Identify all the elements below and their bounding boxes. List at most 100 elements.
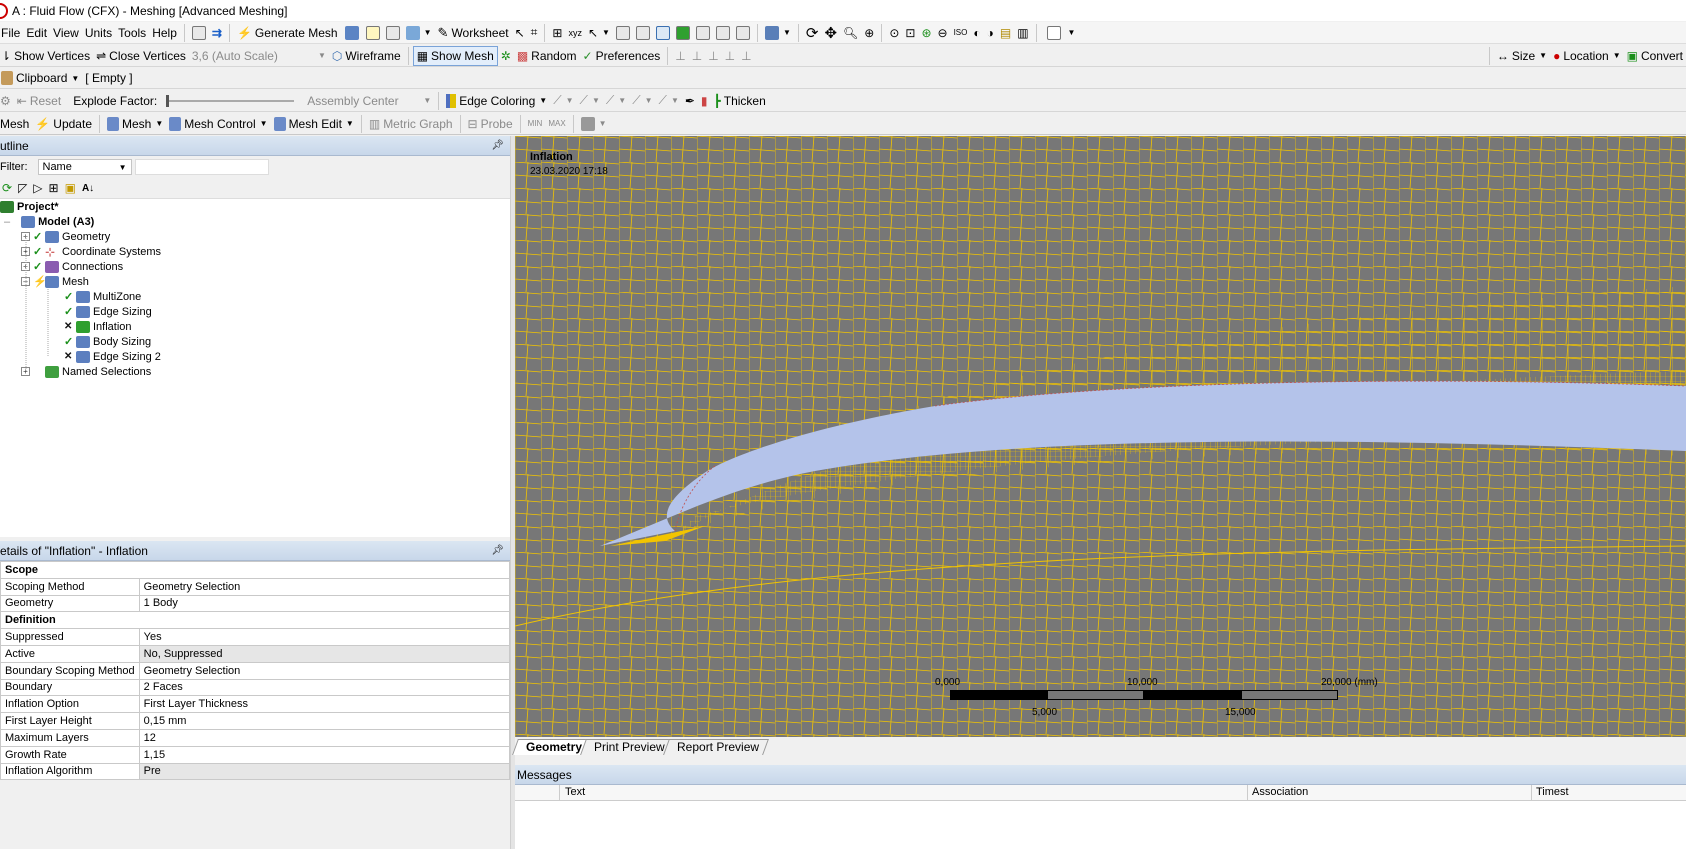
vertex-tool-3-icon[interactable]: ⊥ bbox=[705, 46, 721, 66]
folder-icon[interactable]: ▣ bbox=[65, 181, 76, 195]
details-row[interactable]: Geometry 1 Body bbox=[0, 594, 511, 613]
location-dropdown[interactable]: ● Location ▼ bbox=[1550, 46, 1624, 66]
worksheet-button[interactable]: ✎ Worksheet bbox=[435, 23, 512, 43]
tree-filter-icon[interactable]: ▷ bbox=[33, 181, 42, 195]
image-dropdown[interactable]: ▼ bbox=[403, 23, 435, 43]
expand-all-icon[interactable]: ⊞ bbox=[49, 181, 59, 195]
update-button[interactable]: ⚡ Update bbox=[32, 114, 95, 134]
preferences-button[interactable]: ✓ Preferences bbox=[580, 46, 664, 66]
select-mode-icon[interactable]: ⊞ bbox=[549, 23, 565, 43]
edge-display-2-icon[interactable]: ⟋ ▼ bbox=[577, 91, 603, 111]
scale-select[interactable]: 3,6 (Auto Scale) ▼ bbox=[189, 46, 329, 66]
previous-view-icon[interactable]: ◐ bbox=[970, 23, 983, 43]
pan-icon[interactable]: ✥ bbox=[821, 23, 840, 43]
mesh-canvas[interactable] bbox=[515, 136, 1686, 737]
cube-dropdown[interactable]: ▼ bbox=[762, 23, 794, 43]
max-icon[interactable]: MAX bbox=[545, 114, 568, 134]
explode-factor-slider[interactable] bbox=[166, 94, 295, 108]
extend-select3-icon[interactable] bbox=[735, 25, 750, 40]
property-value[interactable]: 0,15 mm bbox=[138, 712, 511, 730]
edge-thickness-icon[interactable]: ▮ bbox=[698, 91, 711, 111]
vertex-tool-2-icon[interactable]: ⊥ bbox=[689, 46, 705, 66]
convert-button[interactable]: ▣ Convert bbox=[1624, 46, 1686, 66]
graphics-viewport[interactable]: Inflation 23.03.2020 17:18 0,000 10,000 … bbox=[515, 136, 1686, 737]
command-prompt-icon[interactable] bbox=[191, 25, 206, 40]
gear-icon[interactable]: ⚙ bbox=[0, 91, 14, 111]
property-value[interactable]: Geometry Selection bbox=[138, 577, 511, 596]
column-type[interactable] bbox=[515, 785, 560, 801]
property-value[interactable]: 2 Faces bbox=[138, 678, 511, 697]
property-value[interactable]: 1 Body bbox=[138, 594, 511, 613]
extend-select-icon[interactable] bbox=[695, 25, 710, 40]
text-icon[interactable] bbox=[385, 25, 400, 40]
menu-view[interactable]: View bbox=[50, 23, 82, 43]
coordinate-icon[interactable]: xyz bbox=[565, 23, 585, 43]
select-icon[interactable]: ↖ bbox=[512, 23, 528, 43]
cursor-dropdown[interactable]: ↖ ▼ bbox=[585, 23, 613, 43]
mesh-edit-dropdown[interactable]: Mesh Edit ▼ bbox=[271, 114, 357, 134]
property-value[interactable]: 1,15 bbox=[138, 745, 511, 764]
column-text[interactable]: Text bbox=[565, 786, 585, 798]
zoom-out-icon[interactable]: ⊖ bbox=[935, 23, 951, 43]
menu-file[interactable]: File bbox=[0, 23, 23, 43]
property-value[interactable]: 12 bbox=[138, 728, 511, 747]
explode-icon[interactable]: ✲ bbox=[498, 46, 514, 66]
ruler-icon[interactable]: ▤ bbox=[997, 23, 1014, 43]
viewport-layout-dropdown[interactable]: ▼ bbox=[1041, 23, 1079, 43]
details-row[interactable]: First Layer Height 0,15 mm bbox=[0, 712, 511, 730]
thicken-button[interactable]: ┣ Thicken bbox=[711, 91, 769, 111]
menu-tools[interactable]: Tools bbox=[115, 23, 149, 43]
details-row[interactable]: Inflation Option First Layer Thickness bbox=[0, 695, 511, 714]
details-group-scope[interactable]: Scope bbox=[0, 561, 510, 579]
face-select-icon[interactable] bbox=[655, 25, 670, 40]
rotate-icon[interactable]: ⟳ bbox=[803, 23, 822, 43]
vertex-tool-4-icon[interactable]: ⊥ bbox=[722, 46, 738, 66]
tab-report-preview[interactable]: Report Preview bbox=[662, 739, 769, 755]
mesh-dropdown[interactable]: Mesh ▼ bbox=[104, 114, 166, 134]
edge-coloring-dropdown[interactable]: Edge Coloring ▼ bbox=[443, 91, 550, 111]
generate-mesh-button[interactable]: ⚡ Generate Mesh bbox=[234, 23, 341, 43]
tag-icon[interactable]: ⌗ bbox=[528, 23, 541, 43]
edge-display-1-icon[interactable]: ⟋ ▼ bbox=[550, 91, 576, 111]
filter-select[interactable]: Name ▼ bbox=[37, 159, 132, 175]
vertex-tool-5-icon[interactable]: ⊥ bbox=[738, 46, 754, 66]
filter-tree-icon[interactable]: ◸ bbox=[18, 181, 27, 195]
menu-units[interactable]: Units bbox=[82, 23, 115, 43]
edge-select-icon[interactable] bbox=[635, 25, 650, 40]
probe-button[interactable]: ⊟ Probe bbox=[465, 114, 516, 134]
next-view-icon[interactable]: ◑ bbox=[984, 23, 997, 43]
vertex-select-icon[interactable] bbox=[615, 25, 630, 40]
property-value[interactable]: Geometry Selection bbox=[138, 661, 511, 680]
details-row[interactable]: Active No, Suppressed bbox=[0, 644, 511, 663]
pin-icon[interactable]: 📌︎ bbox=[491, 545, 504, 556]
property-value[interactable]: First Layer Thickness bbox=[138, 695, 511, 714]
body-select-icon[interactable] bbox=[675, 25, 690, 40]
iso-icon[interactable]: ISO bbox=[951, 23, 971, 43]
zoom-fit-icon[interactable]: ⊙ bbox=[886, 23, 902, 43]
size-dropdown[interactable]: ↔ Size ▼ bbox=[1494, 46, 1550, 66]
details-row[interactable]: Inflation Algorithm Pre bbox=[0, 762, 511, 781]
pin-icon[interactable]: 📌︎ bbox=[491, 140, 504, 151]
edge-display-5-icon[interactable]: ⟋ ▼ bbox=[656, 91, 682, 111]
edge-display-4-icon[interactable]: ⟋ ▼ bbox=[629, 91, 655, 111]
show-vertices-button[interactable]: ⇂ Show Vertices bbox=[0, 46, 93, 66]
mesh-control-dropdown[interactable]: Mesh Control ▼ bbox=[166, 114, 270, 134]
details-row[interactable]: Boundary 2 Faces bbox=[0, 678, 511, 697]
filter-search-input[interactable] bbox=[134, 159, 269, 175]
metric-graph-button[interactable]: ▥ Metric Graph bbox=[366, 114, 456, 134]
zoom-icon[interactable]: 🔍︎ bbox=[840, 23, 861, 43]
close-vertices-button[interactable]: ⇌ Close Vertices bbox=[93, 46, 189, 66]
menu-help[interactable]: Help bbox=[149, 23, 180, 43]
details-row[interactable]: Suppressed Yes bbox=[0, 628, 511, 646]
property-value[interactable]: Pre bbox=[138, 762, 511, 781]
menu-edit[interactable]: Edit bbox=[23, 23, 50, 43]
box-zoom-icon[interactable]: ⊕ bbox=[861, 23, 877, 43]
show-mesh-button[interactable]: ▦ Show Mesh bbox=[412, 45, 498, 66]
graph-icon[interactable]: ⇉ bbox=[209, 23, 225, 43]
details-group-definition[interactable]: Definition bbox=[0, 611, 510, 630]
zoom-box-icon[interactable]: ⊡ bbox=[902, 23, 918, 43]
details-row[interactable]: Maximum Layers 12 bbox=[0, 728, 511, 747]
details-row[interactable]: Growth Rate 1,15 bbox=[0, 745, 511, 764]
sort-icon[interactable]: A↓ bbox=[82, 183, 94, 194]
zoom-green-icon[interactable]: ⊛ bbox=[918, 23, 934, 43]
